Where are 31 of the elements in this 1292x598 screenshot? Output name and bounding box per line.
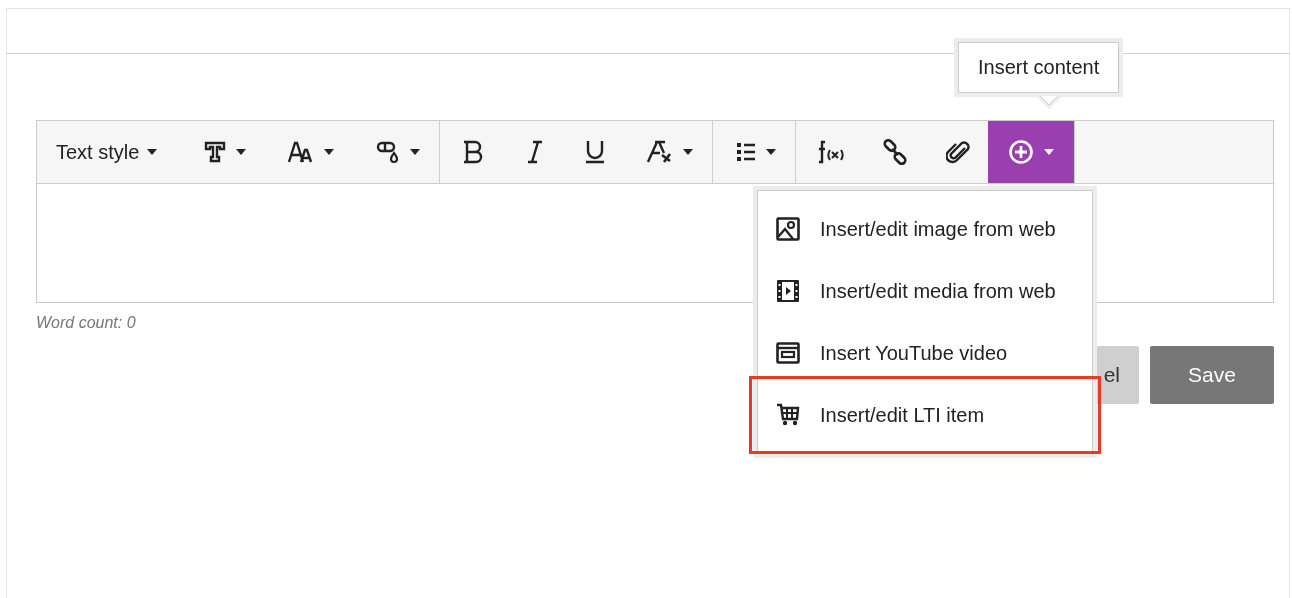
font-size-icon <box>288 141 315 163</box>
tooltip: Insert content <box>954 38 1124 97</box>
text-style-dropdown[interactable]: Text style <box>37 121 182 183</box>
caret-icon <box>147 149 158 155</box>
caret-icon <box>766 149 777 155</box>
paperclip-icon <box>946 139 971 165</box>
caret-icon <box>1044 149 1055 155</box>
add-circle-icon <box>1008 139 1035 165</box>
list-icon <box>736 142 757 162</box>
image-icon <box>776 217 800 241</box>
menu-item[interactable]: Insert/edit image from web <box>757 198 1093 260</box>
video-frame-icon <box>776 342 800 364</box>
word-count: Word count: 0 <box>36 314 137 332</box>
caret-icon <box>683 149 694 155</box>
caret-icon <box>324 149 335 155</box>
link-icon <box>882 139 909 165</box>
italic-icon <box>527 140 544 164</box>
caret-icon <box>410 149 421 155</box>
film-icon <box>776 279 800 303</box>
tooltip-arrow <box>1036 96 1062 110</box>
clear-format-icon <box>647 140 674 164</box>
menu-item[interactable]: Insert/edit LTI item <box>757 384 1093 446</box>
cart-icon <box>776 403 800 427</box>
menu-item[interactable]: Insert/edit media from web <box>757 260 1093 322</box>
underline-icon <box>585 140 606 164</box>
save-button[interactable]: Save <box>1150 346 1274 404</box>
formula-icon <box>816 140 845 164</box>
menu-item[interactable]: Insert YouTube video <box>757 322 1093 384</box>
highlight-icon <box>376 140 401 164</box>
text-color-icon <box>204 141 227 163</box>
caret-icon <box>236 149 247 155</box>
